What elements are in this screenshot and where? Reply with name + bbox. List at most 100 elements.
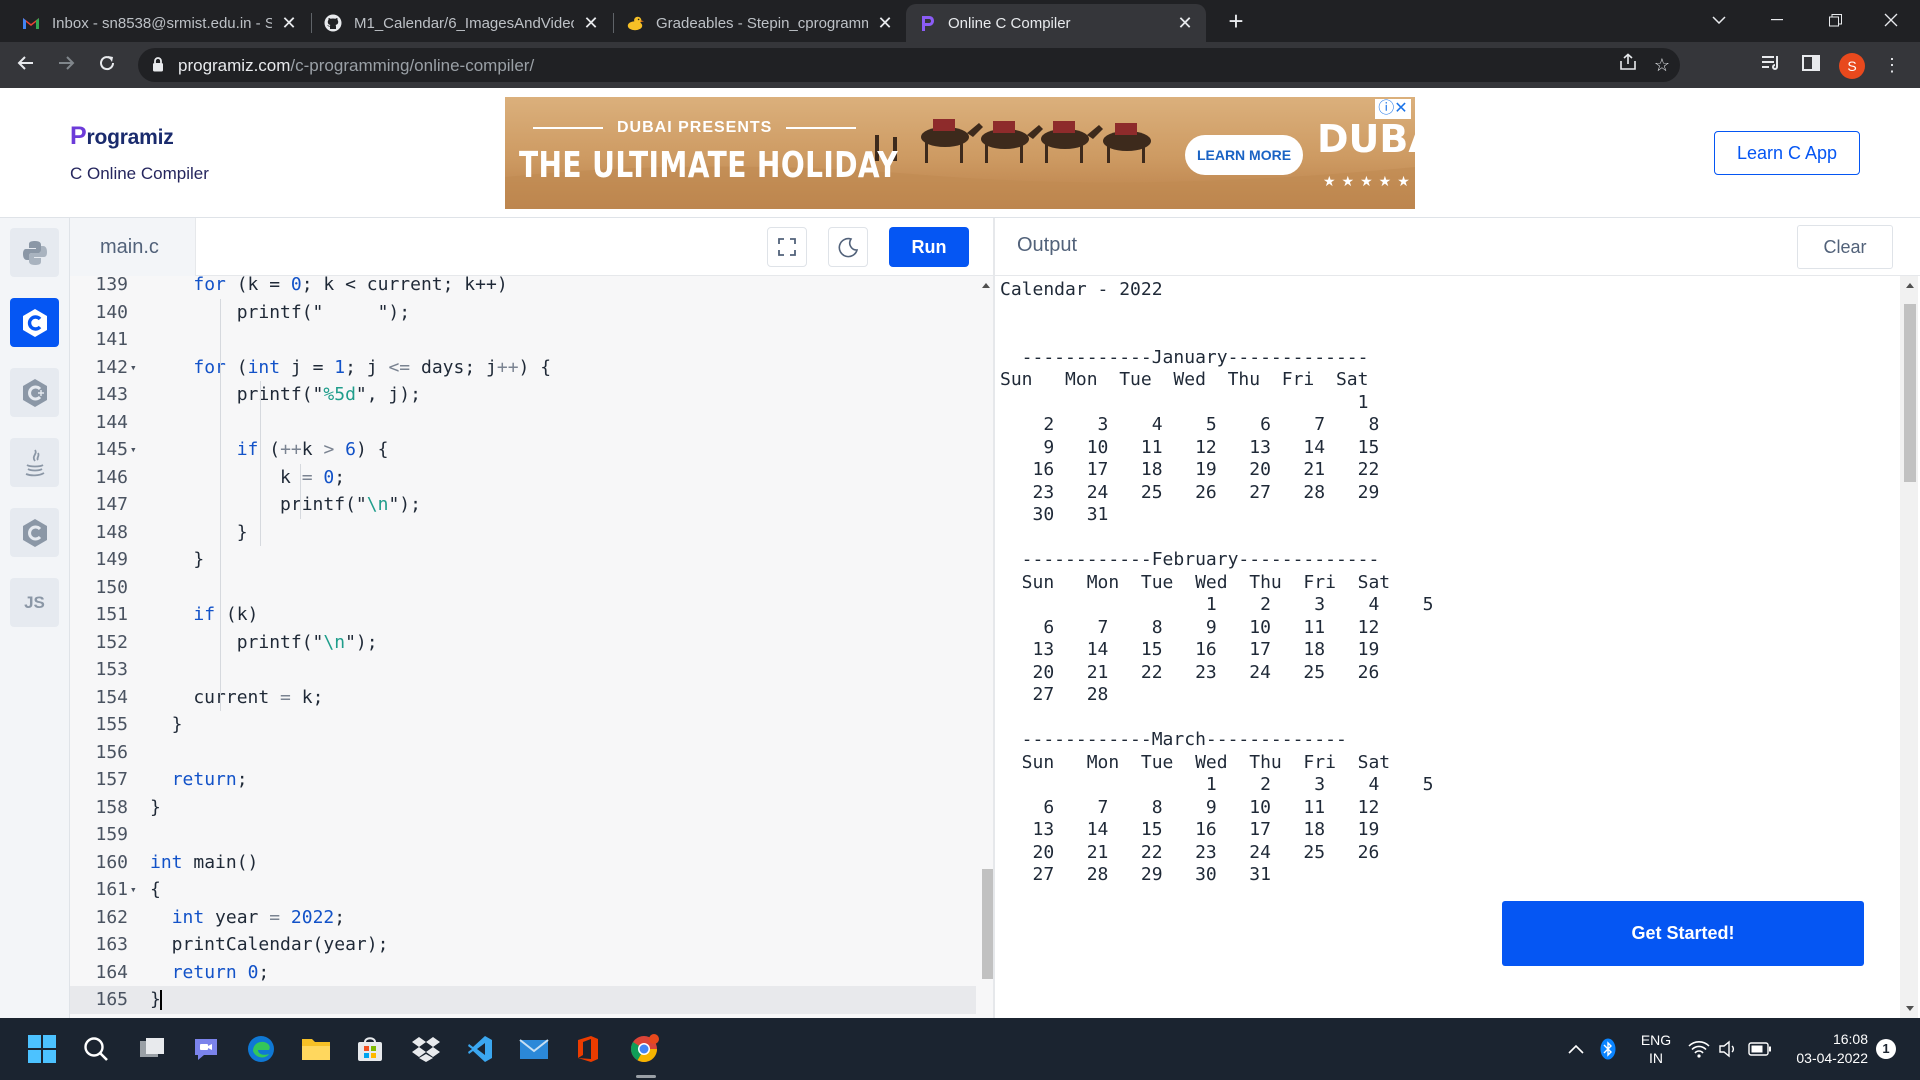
run-button[interactable]: Run xyxy=(889,227,969,267)
sidebar-item-python[interactable] xyxy=(10,228,59,277)
code-line[interactable]: 141 xyxy=(70,326,980,354)
office-button[interactable] xyxy=(572,1033,604,1065)
dark-mode-button[interactable] xyxy=(828,227,868,267)
file-tab-main-c[interactable]: main.c xyxy=(70,218,196,276)
file-explorer-button[interactable] xyxy=(300,1033,332,1065)
code-area[interactable]: 139 for (k = 0; k < current; k++) 140 pri… xyxy=(70,276,980,1018)
code-line[interactable]: 157 return; xyxy=(70,766,980,794)
fold-toggle-icon[interactable]: ▾ xyxy=(130,354,137,382)
code-line[interactable]: 145 ▾ if (++k > 6) { xyxy=(70,436,980,464)
code-line[interactable]: 148 } xyxy=(70,519,980,547)
tab-online-c-compiler[interactable]: Online C Compiler ✕ xyxy=(906,4,1206,42)
mail-button[interactable] xyxy=(518,1033,550,1065)
start-button[interactable] xyxy=(26,1033,58,1065)
get-started-button[interactable]: Get Started! xyxy=(1502,901,1864,966)
volume-icon[interactable] xyxy=(1718,1018,1740,1080)
code-line[interactable]: 154 current = k; xyxy=(70,684,980,712)
code-line[interactable]: 165} xyxy=(70,986,980,1014)
omnibox[interactable]: programiz.com/c-programming/online-compi… xyxy=(138,48,1680,82)
code-line[interactable]: 151 if (k) xyxy=(70,601,980,629)
code-line[interactable]: 158} xyxy=(70,794,980,822)
programiz-logo[interactable]: Programiz xyxy=(70,122,174,151)
code-line[interactable]: 150 xyxy=(70,574,980,602)
fold-toggle-icon[interactable]: ▾ xyxy=(130,876,137,904)
minimize-button[interactable] xyxy=(1748,0,1806,40)
star-icon[interactable]: ☆ xyxy=(1650,53,1674,77)
code-line[interactable]: 147 printf("\n"); xyxy=(70,491,980,519)
battery-icon[interactable] xyxy=(1748,1018,1772,1080)
code-line[interactable]: 143 printf("%5d", j); xyxy=(70,381,980,409)
line-number: 141 xyxy=(95,329,128,350)
code-line[interactable]: 146 k = 0; xyxy=(70,464,980,492)
wifi-icon[interactable] xyxy=(1688,1018,1710,1080)
restore-button[interactable] xyxy=(1806,0,1864,40)
code-line[interactable]: 142 ▾ for (int j = 1; j <= days; j++) { xyxy=(70,354,980,382)
window-close-button[interactable] xyxy=(1862,0,1920,40)
back-button[interactable] xyxy=(12,51,40,79)
share-icon[interactable] xyxy=(1616,53,1640,77)
sidebar-item-java[interactable] xyxy=(10,438,59,487)
reload-icon xyxy=(100,56,115,71)
logo-mark: P xyxy=(70,122,87,150)
code-line[interactable]: 139 for (k = 0; k < current; k++) xyxy=(70,276,980,299)
edge-button[interactable] xyxy=(245,1033,277,1065)
ad-learn-more-button[interactable]: LEARN MORE xyxy=(1185,135,1303,175)
code-line[interactable]: 149 } xyxy=(70,546,980,574)
dropbox-button[interactable] xyxy=(410,1033,442,1065)
tab-gmail[interactable]: Inbox - sn8538@srmist.edu.in - S ✕ xyxy=(10,4,310,42)
close-icon[interactable]: ✕ xyxy=(876,14,894,32)
vscode-button[interactable] xyxy=(464,1033,496,1065)
editor-scrollbar[interactable] xyxy=(976,276,994,1053)
reload-button[interactable] xyxy=(93,51,121,79)
output-scrollbar-thumb[interactable] xyxy=(1904,304,1916,482)
sidebar-item-c[interactable] xyxy=(10,298,59,347)
bluetooth-icon[interactable] xyxy=(1600,1018,1616,1080)
profile-avatar[interactable]: S xyxy=(1839,53,1865,79)
side-panel-icon[interactable] xyxy=(1797,51,1825,79)
code-line[interactable]: 156 xyxy=(70,739,980,767)
line-number: 155 xyxy=(95,714,128,735)
search-button[interactable] xyxy=(80,1033,112,1065)
fold-toggle-icon[interactable]: ▾ xyxy=(130,436,137,464)
code-line[interactable]: 153 xyxy=(70,656,980,684)
tab-gradeables[interactable]: Gradeables - Stepin_cprogrammi ✕ xyxy=(614,4,906,42)
clock[interactable]: 16:08 03-04-2022 xyxy=(1786,1018,1868,1080)
code-line[interactable]: 163 printCalendar(year); xyxy=(70,931,980,959)
task-view-button[interactable] xyxy=(136,1033,168,1065)
notification-center-button[interactable]: 1 xyxy=(1876,1018,1896,1080)
sidebar-item-cpp[interactable] xyxy=(10,368,59,417)
language-indicator[interactable]: ENG IN xyxy=(1636,1018,1676,1080)
new-tab-button[interactable]: + xyxy=(1222,8,1250,36)
code-line[interactable]: 155 } xyxy=(70,711,980,739)
code-line[interactable]: 162 int year = 2022; xyxy=(70,904,980,932)
media-control-icon[interactable] xyxy=(1758,51,1786,79)
fullscreen-button[interactable] xyxy=(767,227,807,267)
tray-overflow-icon[interactable] xyxy=(1568,1018,1584,1080)
forward-button[interactable] xyxy=(52,51,80,79)
sidebar-item-js[interactable]: JS xyxy=(10,578,59,627)
tab-title: M1_Calendar/6_ImagesAndVideo xyxy=(354,14,574,32)
code-line[interactable]: 152 printf("\n"); xyxy=(70,629,980,657)
microsoft-store-button[interactable] xyxy=(354,1033,386,1065)
close-icon[interactable]: ✕ xyxy=(1176,14,1194,32)
teams-chat-button[interactable] xyxy=(190,1033,222,1065)
code-line[interactable]: 164 return 0; xyxy=(70,959,980,987)
ad-close-icon[interactable]: ⓘ✕ xyxy=(1375,99,1411,119)
close-icon[interactable]: ✕ xyxy=(582,14,600,32)
code-line[interactable]: 161 ▾ { xyxy=(70,876,980,904)
output-scrollbar[interactable] xyxy=(1900,276,1918,1018)
code-line[interactable]: 159 xyxy=(70,821,980,849)
code-line[interactable]: 160 int main() xyxy=(70,849,980,877)
advertisement-banner[interactable]: DUBAI PRESENTS THE ULTIMATE HOLIDAY LEAR… xyxy=(505,97,1415,209)
clear-button[interactable]: Clear xyxy=(1797,225,1893,269)
close-icon[interactable]: ✕ xyxy=(280,14,298,32)
learn-c-app-button[interactable]: Learn C App xyxy=(1714,131,1860,175)
indent-guide xyxy=(300,463,301,519)
kebab-menu-icon[interactable]: ⋮ xyxy=(1878,51,1906,79)
chrome-button[interactable] xyxy=(628,1033,660,1065)
code-line[interactable]: 144 xyxy=(70,409,980,437)
tab-github[interactable]: M1_Calendar/6_ImagesAndVideo ✕ xyxy=(312,4,612,42)
sidebar-item-csharp[interactable] xyxy=(10,508,59,557)
code-line[interactable]: 140 printf(" "); xyxy=(70,299,980,327)
tab-search-button[interactable] xyxy=(1690,0,1748,40)
